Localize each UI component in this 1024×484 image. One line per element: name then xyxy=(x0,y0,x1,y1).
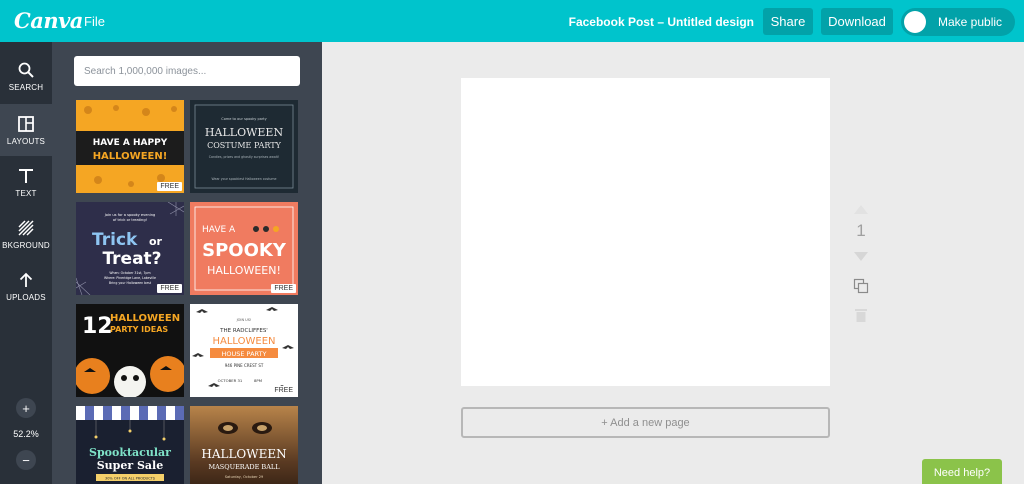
top-bar: Canva File Facebook Post – Untitled desi… xyxy=(0,0,1024,42)
layout-preview: Join us for a spooky evening of trick or… xyxy=(76,202,184,295)
layout-line: PARTY IDEAS xyxy=(110,325,168,334)
zoom-in-button[interactable]: + xyxy=(16,398,36,418)
need-help-button[interactable]: Need help? xyxy=(922,459,1002,484)
file-menu[interactable]: File xyxy=(84,14,105,29)
tool-text[interactable]: TEXT xyxy=(0,156,52,208)
layout-line: 946 PINE CREST ST xyxy=(225,363,264,368)
layout-thumbnail-party-ideas[interactable]: 12 HALLOWEEN PARTY IDEAS xyxy=(76,304,184,397)
make-public-label: Make public xyxy=(938,15,1003,29)
document-title[interactable]: Facebook Post – Untitled design xyxy=(569,15,754,29)
toggle-knob xyxy=(904,11,926,33)
add-page-button[interactable]: + Add a new page xyxy=(461,407,830,438)
layout-line: Wear your spookiest Halloween costume xyxy=(212,177,277,181)
download-button[interactable]: Download xyxy=(821,8,893,35)
layout-line: Candies, prizes and ghastly surprises aw… xyxy=(209,155,279,159)
layout-line: Treat? xyxy=(102,249,161,269)
layout-line: OCTOBER 31 xyxy=(218,378,243,383)
layout-line: HOUSE PARTY xyxy=(222,350,267,358)
layout-line: Come to our spooky party xyxy=(221,117,266,121)
layout-line: of trick or treating! xyxy=(113,218,147,222)
layout-line: When: October 31st, 7pm xyxy=(109,271,150,275)
image-search-input[interactable] xyxy=(74,56,300,86)
page-number: 1 xyxy=(856,221,866,240)
layout-line: HALLOWEEN! xyxy=(93,151,168,162)
tool-rail: SEARCH LAYOUTS TEXT BKGROUND UPLOADS + 5… xyxy=(0,42,52,484)
duplicate-page-icon[interactable] xyxy=(853,278,869,294)
tool-label: BKGROUND xyxy=(2,240,50,250)
layout-line: HAVE A xyxy=(202,225,236,235)
free-badge: FREE xyxy=(271,386,296,395)
layout-thumbnail-spooky-halloween[interactable]: HAVE A SPOOKY HALLOWEEN! FREE xyxy=(190,202,298,295)
layout-line: 12 xyxy=(82,314,113,339)
layout-line: HALLOWEEN xyxy=(110,313,180,324)
tool-label: UPLOADS xyxy=(6,292,46,302)
layout-thumbnail-house-party[interactable]: JOIN US! THE RADCLIFFES' HALLOWEEN HOUSE… xyxy=(190,304,298,397)
layout-preview: JOIN US! THE RADCLIFFES' HALLOWEEN HOUSE… xyxy=(190,304,298,397)
tool-background[interactable]: BKGROUND xyxy=(0,208,52,260)
layout-preview: HAVE A SPOOKY HALLOWEEN! xyxy=(190,202,298,295)
layout-line: HAVE A HAPPY xyxy=(93,138,168,148)
layout-preview: Spooktacular Super Sale 30% OFF ON ALL P… xyxy=(76,406,184,484)
move-page-up-icon[interactable] xyxy=(853,203,869,215)
layout-line: Spooktacular xyxy=(89,446,171,459)
share-button[interactable]: Share xyxy=(763,8,813,35)
layout-line: Bring your Halloween best xyxy=(109,281,152,285)
make-public-toggle[interactable]: Make public xyxy=(901,8,1015,36)
background-icon xyxy=(18,219,34,236)
layout-thumbnail-happy-halloween[interactable]: HAVE A HAPPY HALLOWEEN! FREE xyxy=(76,100,184,193)
move-page-down-icon[interactable] xyxy=(853,251,869,263)
layouts-icon xyxy=(18,115,34,132)
tool-search[interactable]: SEARCH xyxy=(0,50,52,102)
delete-page-icon[interactable] xyxy=(854,307,868,323)
layout-line: COSTUME PARTY xyxy=(207,141,281,150)
upload-icon xyxy=(19,272,33,287)
layout-line: Saturday, October 29 xyxy=(225,475,264,479)
layout-line: 8PM xyxy=(254,378,262,383)
layout-preview: 12 HALLOWEEN PARTY IDEAS xyxy=(76,304,184,397)
layout-line: HALLOWEEN xyxy=(205,126,284,139)
zoom-out-button[interactable]: − xyxy=(16,450,36,470)
layout-line: HALLOWEEN xyxy=(201,447,286,461)
layout-thumbnail-spooktacular-sale[interactable]: Spooktacular Super Sale 30% OFF ON ALL P… xyxy=(76,406,184,484)
layout-line: Super Sale xyxy=(97,459,164,472)
layout-line: Trick xyxy=(92,230,138,250)
layout-line: JOIN US! xyxy=(236,318,252,322)
layout-line: HALLOWEEN xyxy=(212,336,275,347)
layout-line: THE RADCLIFFES' xyxy=(219,328,268,334)
layout-preview: Come to our spooky party HALLOWEEN COSTU… xyxy=(190,100,298,193)
tool-layouts[interactable]: LAYOUTS xyxy=(0,104,52,156)
layout-line: or xyxy=(149,235,163,248)
layout-thumbnail-trick-or-treat[interactable]: Join us for a spooky evening of trick or… xyxy=(76,202,184,295)
free-badge: FREE xyxy=(157,182,182,191)
free-badge: FREE xyxy=(271,284,296,293)
search-icon xyxy=(18,62,34,78)
layout-line: HALLOWEEN! xyxy=(207,264,281,277)
layout-preview: HALLOWEEN MASQUERADE BALL Saturday, Octo… xyxy=(190,406,298,484)
layout-line: Join us for a spooky evening xyxy=(104,213,156,217)
canva-logo[interactable]: Canva xyxy=(14,8,83,33)
layout-thumbnail-costume-party[interactable]: Come to our spooky party HALLOWEEN COSTU… xyxy=(190,100,298,193)
tool-label: SEARCH xyxy=(8,82,44,92)
design-page[interactable] xyxy=(461,78,830,386)
layout-line: 30% OFF ON ALL PRODUCTS xyxy=(105,477,156,481)
layout-line: Where: Pineridge Lane, Lakeville xyxy=(104,276,156,280)
layout-preview: HAVE A HAPPY HALLOWEEN! xyxy=(76,100,184,193)
free-badge: FREE xyxy=(157,284,182,293)
layout-line: SPOOKY xyxy=(202,240,287,261)
tool-label: LAYOUTS xyxy=(6,136,46,146)
layout-thumbnail-masquerade-ball[interactable]: HALLOWEEN MASQUERADE BALL Saturday, Octo… xyxy=(190,406,298,484)
zoom-level: 52.2% xyxy=(13,429,39,439)
layouts-panel: HAVE A HAPPY HALLOWEEN! FREE Come to our… xyxy=(52,42,322,484)
layout-line: MASQUERADE BALL xyxy=(208,463,280,471)
image-search-box xyxy=(74,56,300,86)
tool-uploads[interactable]: UPLOADS xyxy=(0,260,52,312)
tool-label: TEXT xyxy=(15,188,37,198)
text-icon xyxy=(19,168,33,183)
